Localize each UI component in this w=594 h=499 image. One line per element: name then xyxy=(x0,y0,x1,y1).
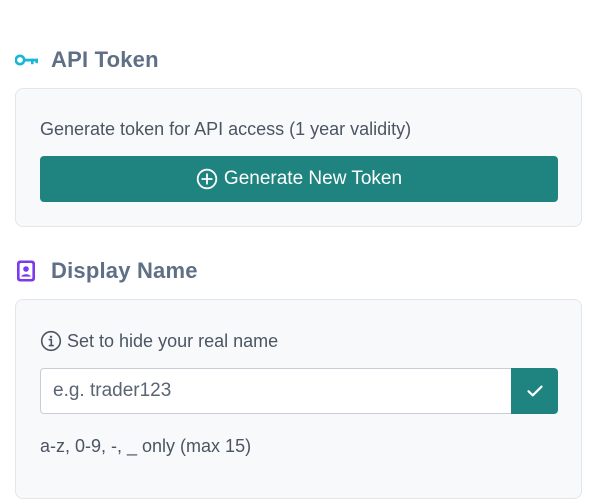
display-name-rules: a-z, 0-9, -, _ only (max 15) xyxy=(40,436,252,456)
display-name-input[interactable] xyxy=(40,368,511,414)
api-token-header: API Token xyxy=(15,45,159,75)
display-name-title: Display Name xyxy=(51,258,198,283)
display-name-input-group xyxy=(40,368,558,414)
display-name-card: Set to hide your real name a-z, 0-9, -, … xyxy=(15,299,582,499)
confirm-display-name-button[interactable] xyxy=(511,368,558,414)
check-icon xyxy=(526,384,544,398)
plus-circle-icon xyxy=(196,168,218,190)
key-icon xyxy=(15,47,41,73)
generate-token-button[interactable]: Generate New Token xyxy=(40,156,558,202)
info-circle-icon xyxy=(40,330,62,352)
display-name-hint-text: Set to hide your real name xyxy=(67,330,279,351)
generate-token-label: Generate New Token xyxy=(223,168,403,189)
display-name-header: Display Name xyxy=(15,256,198,286)
id-badge-icon xyxy=(15,258,41,284)
api-token-title: API Token xyxy=(51,47,159,72)
display-name-hint: Set to hide your real name xyxy=(40,330,278,352)
api-token-description: Generate token for API access (1 year va… xyxy=(40,119,412,139)
api-token-card: Generate token for API access (1 year va… xyxy=(15,88,582,227)
